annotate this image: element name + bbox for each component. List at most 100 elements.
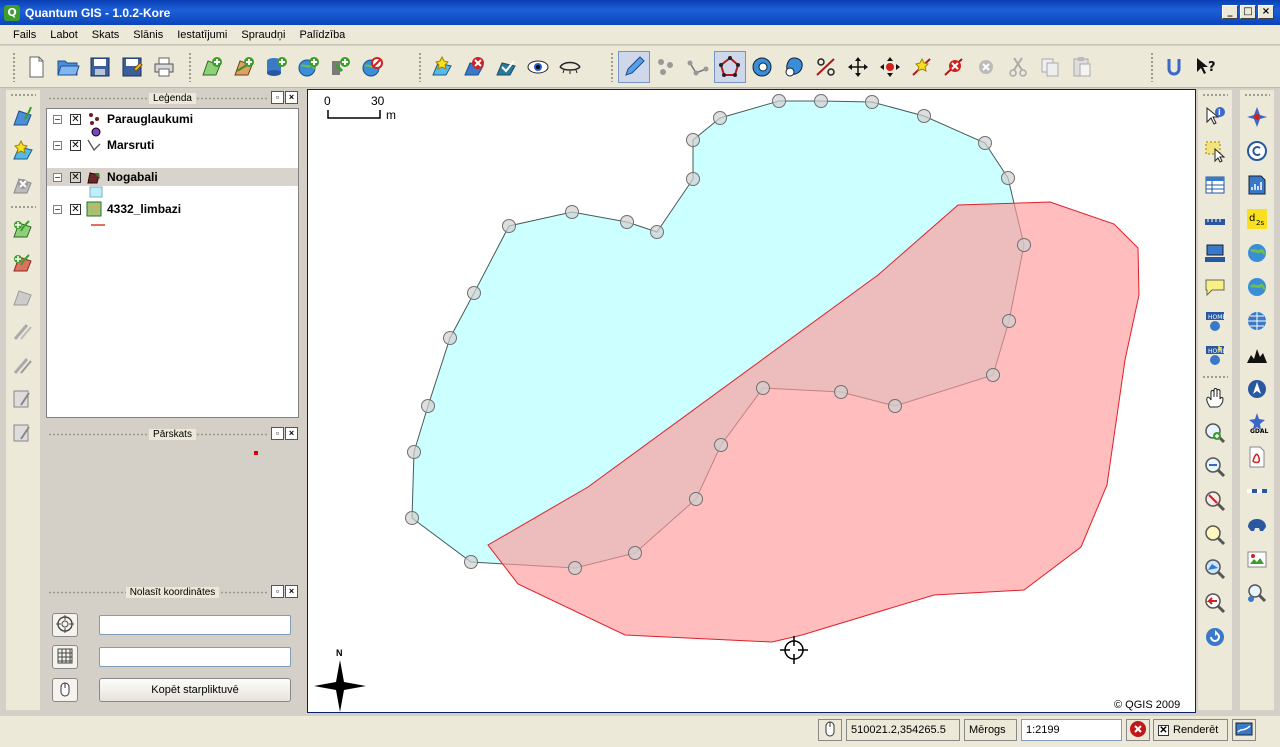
map-canvas[interactable]: 0 30 m N © QGIS 2009	[307, 89, 1196, 713]
grid-crs-button[interactable]	[52, 645, 78, 669]
zoom-to-selection-icon[interactable]	[1198, 484, 1232, 518]
menu-iestatijumi[interactable]: Iestatījumi	[170, 29, 234, 41]
zoom-out-icon[interactable]	[1198, 450, 1232, 484]
expander-icon[interactable]: −	[53, 204, 62, 214]
paste-features-icon[interactable]	[1066, 51, 1098, 83]
map-tips-icon[interactable]	[1198, 270, 1232, 304]
overview-close-button[interactable]: ×	[285, 427, 298, 440]
capture-polygon-icon[interactable]	[714, 51, 746, 83]
measure-line-icon[interactable]	[1198, 202, 1232, 236]
show-all-icon[interactable]	[490, 51, 522, 83]
add-to-overview-icon[interactable]	[426, 51, 458, 83]
zoom-in-icon[interactable]	[1198, 416, 1232, 450]
render-toggle[interactable]: ✕ Renderēt	[1153, 719, 1228, 741]
capture-point-icon[interactable]	[650, 51, 682, 83]
scale-input[interactable]: 1:2199	[1021, 719, 1122, 741]
add-raster-layer-icon[interactable]	[228, 51, 260, 83]
legend-float-button[interactable]: ▫	[271, 91, 284, 104]
map-svg[interactable]: 0 30 m N © QGIS 2009	[308, 90, 1195, 712]
open-project-icon[interactable]	[52, 51, 84, 83]
capture-coords-button[interactable]	[52, 678, 78, 702]
remove-layer-icon[interactable]	[6, 168, 40, 202]
coordinate-field-2[interactable]	[99, 647, 291, 667]
wfs-plugin-icon[interactable]	[1240, 270, 1274, 304]
interpolation-icon[interactable]	[1240, 338, 1274, 372]
show-layers-icon[interactable]	[522, 51, 554, 83]
layer-visibility-checkbox[interactable]: ✕	[70, 139, 81, 151]
dxf2shp-icon[interactable]: d 2s	[1240, 202, 1274, 236]
expander-icon[interactable]: −	[53, 140, 62, 150]
expander-icon[interactable]: −	[53, 114, 62, 124]
layer-visibility-checkbox[interactable]: ✕	[70, 203, 81, 215]
print-icon[interactable]	[148, 51, 180, 83]
menu-fails[interactable]: Fails	[6, 29, 43, 41]
stop-render-button[interactable]	[1126, 719, 1150, 741]
add-wms-layer-icon[interactable]	[292, 51, 324, 83]
digitize-icon[interactable]	[6, 314, 40, 348]
select-features-icon[interactable]	[1198, 134, 1232, 168]
new-bookmark-icon[interactable]: HOME	[1198, 304, 1232, 338]
gdal-tools-icon[interactable]: GDAL	[1240, 406, 1274, 440]
legend-layer-parauglaukumi[interactable]: − ✕ Parauglaukumi	[47, 110, 298, 128]
expander-icon[interactable]: −	[53, 172, 62, 182]
save-as-icon[interactable]	[116, 51, 148, 83]
whats-this-icon[interactable]: ?	[1190, 51, 1222, 83]
legend-layer-marsruti[interactable]: − ✕ Marsruti	[47, 136, 298, 154]
render-checkbox[interactable]: ✕	[1158, 724, 1169, 736]
export-pdf-icon[interactable]	[1240, 440, 1274, 474]
crs-select-button[interactable]	[52, 613, 78, 637]
split-features-icon[interactable]	[810, 51, 842, 83]
toggle-extents-button[interactable]	[818, 719, 842, 741]
add-island-icon[interactable]	[778, 51, 810, 83]
zoom-last-icon[interactable]	[1198, 586, 1232, 620]
add-raster-layer-icon[interactable]	[6, 212, 40, 246]
add-ring-icon[interactable]	[746, 51, 778, 83]
grid-maker-icon[interactable]	[1240, 304, 1274, 338]
legend-layer-4332-limbazi[interactable]: − ✕ 4332_limbazi	[47, 200, 298, 218]
add-spatialite-icon[interactable]	[324, 51, 356, 83]
spatial-query-icon[interactable]	[1240, 576, 1274, 610]
coordinate-field-1[interactable]	[99, 615, 291, 635]
georeferencer-icon[interactable]	[1240, 236, 1274, 270]
zoom-to-layer-icon[interactable]	[1198, 552, 1232, 586]
menu-spraudni[interactable]: Spraudņi	[234, 29, 292, 41]
add-postgis-layer-icon[interactable]	[260, 51, 292, 83]
menu-slanis[interactable]: Slānis	[126, 29, 170, 41]
remove-layer-icon[interactable]	[356, 51, 388, 83]
north-arrow-plugin-icon[interactable]	[1240, 100, 1274, 134]
add-vertex-icon[interactable]	[906, 51, 938, 83]
measure-icon[interactable]	[6, 348, 40, 382]
menu-labot[interactable]: Labot	[43, 29, 85, 41]
image-plugin-icon[interactable]	[1240, 542, 1274, 576]
add-vector-layer-icon[interactable]	[6, 100, 40, 134]
toggle-editing-icon[interactable]	[618, 51, 650, 83]
new-project-icon[interactable]	[20, 51, 52, 83]
projection-button[interactable]	[1232, 719, 1256, 741]
identify-layer-icon[interactable]	[6, 416, 40, 450]
move-feature-icon[interactable]	[842, 51, 874, 83]
hide-layers-icon[interactable]	[554, 51, 586, 83]
legend-layer-nogabali[interactable]: − ✕ Nogabali	[47, 168, 298, 186]
layer-properties-icon[interactable]	[6, 280, 40, 314]
cut-features-icon[interactable]	[1002, 51, 1034, 83]
capture-line-icon[interactable]	[682, 51, 714, 83]
plugin-manager-icon[interactable]	[1158, 51, 1190, 83]
postgis-plugin-icon[interactable]	[1240, 508, 1274, 542]
identify-icon[interactable]: i	[1198, 100, 1232, 134]
attribute-table-icon[interactable]	[6, 382, 40, 416]
gps-tools-icon[interactable]	[1240, 168, 1274, 202]
menu-palidziba[interactable]: Palīdzība	[292, 29, 352, 41]
attribute-table-icon[interactable]	[1198, 168, 1232, 202]
close-button[interactable]: ×	[1258, 5, 1274, 19]
move-vertex-icon[interactable]	[874, 51, 906, 83]
new-vector-layer-icon[interactable]	[6, 134, 40, 168]
layer-visibility-checkbox[interactable]: ✕	[70, 113, 81, 125]
add-wfs-layer-icon[interactable]	[6, 246, 40, 280]
pan-icon[interactable]	[1198, 382, 1232, 416]
overview-float-button[interactable]: ▫	[271, 427, 284, 440]
legend-close-button[interactable]: ×	[285, 91, 298, 104]
remove-from-overview-icon[interactable]	[458, 51, 490, 83]
scale-bar-plugin-icon[interactable]	[1240, 474, 1274, 508]
refresh-icon[interactable]	[1198, 620, 1232, 654]
copy-features-icon[interactable]	[1034, 51, 1066, 83]
